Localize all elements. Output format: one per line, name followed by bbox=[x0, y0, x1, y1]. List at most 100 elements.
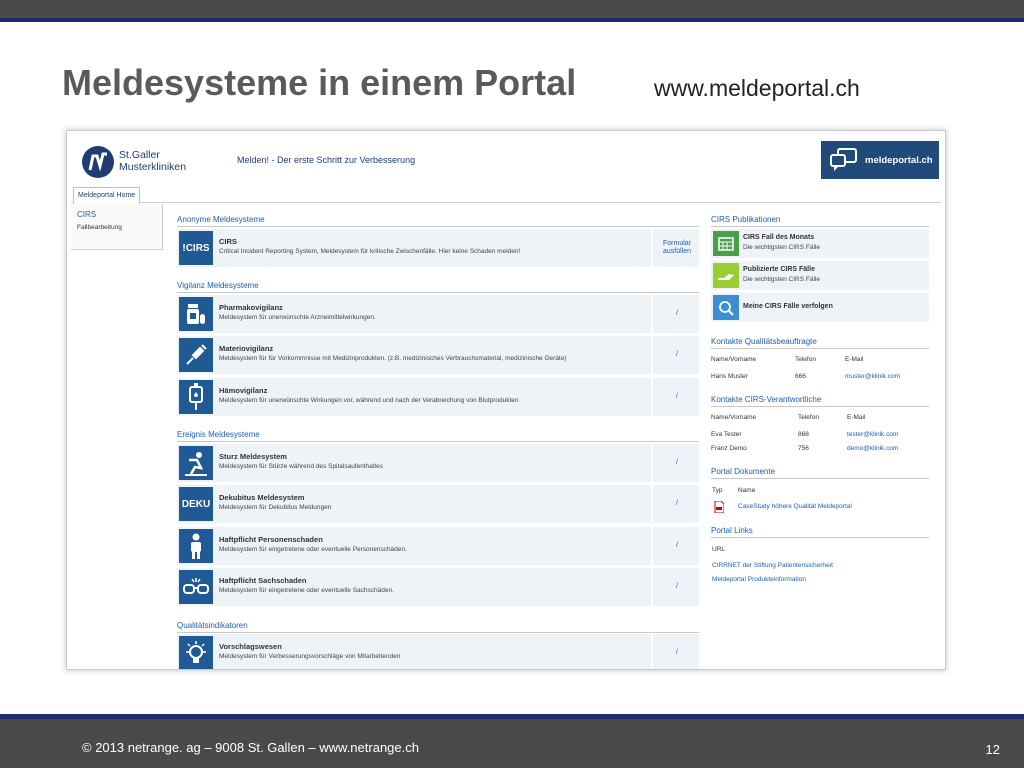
report-row-sturz[interactable]: Sturz Meldesystem Meldesystem für Stürze… bbox=[177, 444, 699, 482]
row-desc: Meldesystem für Stürze während des Spita… bbox=[219, 463, 384, 470]
contact-name: Eva Tester bbox=[711, 431, 742, 438]
section-title-cirs-contacts: Kontakte CIRS-Verantwortliche bbox=[711, 395, 822, 404]
row-title: Dekubitus Meldesystem bbox=[219, 493, 305, 502]
section-divider bbox=[711, 406, 929, 407]
portal-link-produktinfo[interactable]: Meldeportal Produkteinformation bbox=[712, 576, 806, 583]
row-separator bbox=[651, 378, 653, 416]
col-header-email: E-Mail bbox=[847, 414, 866, 421]
contact-phone: 756 bbox=[798, 445, 809, 452]
contact-email-link[interactable]: tester@klinik.com bbox=[847, 431, 898, 438]
row-desc: Meldesystem für für Vorkommnisse mit Med… bbox=[219, 355, 567, 362]
row-action-link[interactable]: / bbox=[655, 527, 699, 565]
row-title: CIRS bbox=[219, 237, 237, 246]
section-divider bbox=[177, 226, 699, 227]
deku-icon: DEKU bbox=[179, 487, 213, 521]
magnifier-icon bbox=[713, 295, 739, 320]
row-title: Haftpflicht Personenschaden bbox=[219, 535, 323, 544]
clinic-brand: St.Galler Musterkliniken bbox=[119, 149, 186, 173]
injured-person-icon bbox=[179, 529, 213, 563]
brand-line2: Musterkliniken bbox=[119, 161, 187, 173]
pub-desc: Die wichtigsten CIRS Fälle bbox=[743, 276, 820, 283]
left-nav: CIRS Fallbearbeitung bbox=[71, 204, 163, 250]
col-header-telefon: Telefon bbox=[795, 356, 816, 363]
row-action-link[interactable]: Formular ausfüllen bbox=[655, 229, 699, 267]
section-divider bbox=[177, 441, 699, 442]
row-desc: Critical Incident Reporting System, Meld… bbox=[219, 248, 521, 255]
row-action-link[interactable]: / bbox=[655, 336, 699, 374]
slide-top-bar bbox=[0, 0, 1024, 18]
pub-title: Meine CIRS Fälle verfolgen bbox=[743, 303, 833, 310]
slide-footer-text: © 2013 netrange. ag – 9008 St. Gallen – … bbox=[82, 740, 419, 755]
report-row-materiovigilanz[interactable]: Materiovigilanz Meldesystem für für Vork… bbox=[177, 336, 699, 374]
pdf-icon bbox=[714, 501, 724, 513]
medicine-bottle-icon bbox=[179, 297, 213, 331]
col-header-doc-name: Name bbox=[738, 487, 756, 494]
row-action-link[interactable]: / bbox=[655, 378, 699, 416]
falling-person-icon bbox=[179, 446, 213, 480]
section-divider bbox=[177, 292, 699, 293]
pub-title: Publizierte CIRS Fälle bbox=[743, 266, 815, 273]
report-row-personenschaden[interactable]: Haftpflicht Personenschaden Meldesystem … bbox=[177, 527, 699, 565]
row-desc: Meldesystem für eingetretene oder eventu… bbox=[219, 546, 407, 553]
section-title-publikationen: CIRS Publikationen bbox=[711, 215, 781, 224]
section-title-links: Portal Links bbox=[711, 526, 753, 535]
row-separator bbox=[651, 527, 653, 565]
tab-meldeportal-home[interactable]: Meldeportal Home bbox=[73, 187, 141, 204]
col-header-name: Name/Vorname bbox=[711, 414, 757, 421]
row-action-link[interactable]: / bbox=[655, 485, 699, 523]
section-title-qualitaet-contacts: Kontakte Qualitätsbeauftragte bbox=[711, 337, 817, 346]
row-desc: Meldesystem für Verbesserungsvorschläge … bbox=[219, 653, 401, 660]
row-action-link[interactable]: / bbox=[655, 295, 699, 333]
portal-link-cirrnet[interactable]: CIRRNET der Stiftung Patientensicherheit bbox=[712, 562, 833, 569]
row-separator bbox=[651, 229, 653, 267]
report-row-sachschaden[interactable]: Haftpflicht Sachschaden Meldesystem für … bbox=[177, 568, 699, 606]
pub-item-meine-faelle[interactable]: Meine CIRS Fälle verfolgen bbox=[711, 293, 929, 322]
section-title-ereignis: Ereignis Meldesysteme bbox=[177, 430, 260, 439]
lightbulb-icon bbox=[179, 636, 213, 669]
row-action-link[interactable]: / bbox=[655, 444, 699, 482]
tab-bar: Meldeportal Home bbox=[71, 187, 941, 204]
row-separator bbox=[651, 568, 653, 606]
calendar-icon bbox=[713, 231, 739, 256]
meldeportal-logo-text: meldeportal.ch bbox=[865, 155, 933, 166]
syringe-icon bbox=[179, 338, 213, 372]
row-separator bbox=[651, 634, 653, 669]
portal-tagline: Melden! - Der erste Schritt zur Verbesse… bbox=[237, 155, 416, 165]
contact-email-link[interactable]: muster@klinik.com bbox=[845, 373, 900, 380]
row-action-link[interactable]: / bbox=[655, 568, 699, 606]
col-header-url: URL bbox=[712, 546, 726, 553]
report-row-cirs[interactable]: !CIRS CIRS Critical Incident Reporting S… bbox=[177, 229, 699, 267]
report-row-dekubitus[interactable]: DEKU Dekubitus Meldesystem Meldesystem f… bbox=[177, 485, 699, 523]
contact-phone: 666 bbox=[795, 373, 806, 380]
meldeportal-logo[interactable]: meldeportal.ch bbox=[821, 141, 939, 179]
row-separator bbox=[651, 444, 653, 482]
row-title: Materiovigilanz bbox=[219, 344, 274, 353]
clinic-logo-icon bbox=[82, 146, 114, 178]
section-title-anonym: Anonyme Meldesysteme bbox=[177, 215, 265, 224]
report-row-haemovigilanz[interactable]: Hämovigilanz Meldesystem für unerwünscht… bbox=[177, 378, 699, 416]
slide-title: Meldesysteme in einem Portal bbox=[62, 62, 577, 103]
section-divider bbox=[711, 478, 929, 479]
report-row-pharmakovigilanz[interactable]: Pharmakovigilanz Meldesystem für unerwün… bbox=[177, 295, 699, 333]
nav-item-fallbearbeitung[interactable]: Fallbearbeitung bbox=[77, 224, 122, 231]
pub-desc: Die wichtigsten CIRS Fälle bbox=[743, 244, 820, 251]
col-header-name: Name/Vorname bbox=[711, 356, 757, 363]
pub-item-publizierte-faelle[interactable]: Publizierte CIRS Fälle Die wichtigsten C… bbox=[711, 261, 929, 290]
row-separator bbox=[651, 485, 653, 523]
blood-bag-icon bbox=[179, 380, 213, 414]
row-title: Pharmakovigilanz bbox=[219, 303, 283, 312]
pub-item-fall-des-monats[interactable]: CIRS Fall des Monats Die wichtigsten CIR… bbox=[711, 229, 929, 258]
chat-bubbles-icon bbox=[830, 148, 857, 171]
hand-icon bbox=[713, 263, 739, 288]
contact-name: Hans Muster bbox=[711, 373, 748, 380]
contact-email-link[interactable]: demo@klinik.com bbox=[847, 445, 898, 452]
section-title-vigilanz: Vigilanz Meldesysteme bbox=[177, 281, 259, 290]
portal-screenshot: St.Galler Musterkliniken Melden! - Der e… bbox=[66, 130, 946, 670]
document-link[interactable]: CaseStudy höhere Qualität Meldeportal bbox=[738, 503, 852, 510]
report-row-vorschlagswesen[interactable]: Vorschlagswesen Meldesystem für Verbesse… bbox=[177, 634, 699, 669]
nav-item-cirs[interactable]: CIRS bbox=[77, 210, 96, 219]
section-divider bbox=[177, 632, 699, 633]
row-action-link[interactable]: / bbox=[655, 634, 699, 669]
section-title-qualitaet: Qualitätsindikatoren bbox=[177, 621, 248, 630]
col-header-email: E-Mail bbox=[845, 356, 864, 363]
